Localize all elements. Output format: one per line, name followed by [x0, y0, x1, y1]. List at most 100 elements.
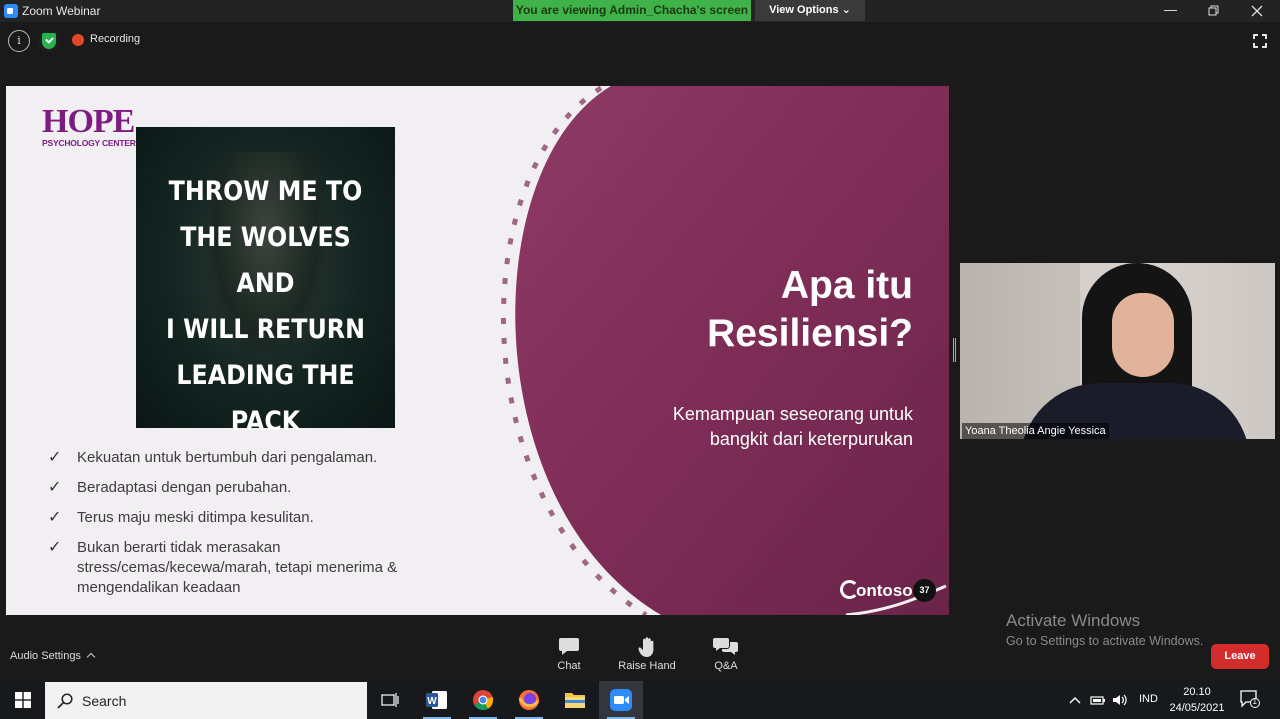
poster-line: PACK: [230, 406, 301, 437]
taskbar-clock[interactable]: 20.10 24/05/2021: [1160, 684, 1234, 716]
poster-line: I WILL RETURN: [166, 314, 365, 345]
poster-line: LEADING THE: [176, 360, 355, 391]
recording-icon: [72, 34, 84, 46]
taskbar-zoom[interactable]: [599, 681, 643, 719]
wolf-poster-image: THROW ME TO THE WOLVES AND I WILL RETURN…: [136, 127, 395, 437]
checkmark-icon: ✓: [48, 479, 62, 496]
shared-slide: HOPE PSYCHOLOGY CENTER THROW ME TO THE W…: [6, 86, 949, 615]
participant-video[interactable]: [960, 263, 1275, 439]
audio-settings-label: Audio Settings: [10, 650, 81, 662]
watermark-title: Activate Windows: [1006, 611, 1141, 630]
chevron-up-icon[interactable]: [1069, 696, 1081, 704]
svg-text:W: W: [427, 696, 437, 707]
word-icon: W: [426, 691, 447, 709]
list-item: ✓ Bukan berarti tidak merasakan stress/ce…: [46, 538, 466, 598]
slide-subtitle-line: Kemampuan seseorang untuk: [672, 404, 913, 424]
poster-text: THROW ME TO THE WOLVES AND I WILL RETURN…: [152, 169, 380, 445]
view-options-button[interactable]: View Options ⌄: [755, 0, 865, 21]
raise-hand-icon: [638, 637, 654, 657]
taskbar-firefox[interactable]: [507, 681, 551, 719]
security-shield-icon[interactable]: [38, 30, 60, 52]
window-title: Zoom Webinar: [22, 4, 101, 18]
language-indicator[interactable]: IND: [1139, 693, 1158, 705]
screen-share-banner: You are viewing Admin_Chacha's screen: [513, 0, 751, 21]
audio-settings-button[interactable]: Audio Settings: [10, 650, 96, 662]
panel-splitter-handle[interactable]: [953, 338, 956, 362]
search-icon: [57, 693, 73, 709]
info-icon[interactable]: i: [8, 30, 30, 52]
clock-date: 24/05/2021: [1169, 702, 1225, 714]
windows-taskbar: Search W IND 20.10 24/05/2021 1: [0, 681, 1280, 719]
hope-logo: HOPE PSYCHOLOGY CENTER: [42, 103, 136, 149]
notification-count: 1: [1252, 697, 1257, 706]
slide-title-line: Resiliensi?: [707, 312, 913, 355]
bullet-list: ✓ Kekuatan untuk bertumbuh dari pengalama…: [46, 448, 466, 608]
task-view-icon: [381, 693, 399, 707]
chat-icon: [559, 638, 579, 655]
raise-hand-label: Raise Hand: [618, 660, 676, 672]
start-button[interactable]: [0, 681, 45, 719]
participant-face: [1112, 293, 1174, 377]
notification-center-button[interactable]: 1: [1240, 690, 1260, 708]
taskbar-search-box[interactable]: Search: [45, 682, 367, 719]
chat-button[interactable]: Chat: [534, 636, 604, 672]
meeting-top-bar: [0, 22, 1280, 62]
bullet-text: Beradaptasi dengan perubahan.: [77, 479, 292, 496]
folder-icon: [565, 693, 585, 708]
logo-sub-text: PSYCHOLOGY CENTER: [42, 138, 136, 148]
firefox-icon: [518, 690, 540, 710]
checkmark-icon: ✓: [48, 539, 62, 556]
poster-line: THROW ME TO: [168, 176, 363, 207]
recording-label: Recording: [90, 33, 141, 45]
list-item: ✓ Kekuatan untuk bertumbuh dari pengalama…: [46, 448, 466, 468]
search-label: Search: [82, 693, 127, 709]
qa-button[interactable]: Q&A: [691, 636, 761, 672]
contoso-logo: ontoso: [840, 580, 913, 601]
chevron-down-icon: ⌄: [841, 4, 851, 16]
taskbar-word[interactable]: W: [415, 681, 459, 719]
notification-icon: [1240, 690, 1260, 708]
logo-main-text: HOPE: [42, 103, 135, 140]
checkmark-icon: ✓: [48, 509, 62, 526]
view-options-label: View Options: [769, 4, 839, 16]
participant-name-label: Yoana Theolia Angie Yessica: [962, 423, 1109, 439]
bullet-text: Kekuatan untuk bertumbuh dari pengalaman…: [77, 449, 378, 466]
close-icon: [1251, 5, 1262, 17]
windows-logo-icon: [15, 692, 31, 708]
checkmark-icon: ✓: [48, 449, 62, 466]
poster-line: THE WOLVES AND: [180, 222, 351, 299]
taskbar-chrome[interactable]: [461, 681, 505, 719]
zoom-app-icon: [4, 4, 18, 18]
chevron-up-icon: [86, 652, 96, 662]
taskbar-file-explorer[interactable]: [553, 681, 597, 719]
chrome-icon: [473, 690, 494, 711]
qa-label: Q&A: [714, 660, 738, 672]
zoom-icon: [610, 689, 632, 711]
close-button[interactable]: [1234, 0, 1279, 21]
raise-hand-button[interactable]: Raise Hand: [612, 636, 682, 672]
restore-button[interactable]: [1191, 0, 1236, 21]
bullet-text: Bukan berarti tidak merasakan stress/cem…: [77, 539, 398, 596]
leave-button[interactable]: Leave: [1211, 644, 1269, 669]
task-view-button[interactable]: [368, 681, 412, 719]
watermark-subtitle: Go to Settings to activate Windows.: [1006, 634, 1204, 648]
list-item: ✓ Beradaptasi dengan perubahan.: [46, 478, 466, 498]
contoso-logo-text: ontoso: [856, 581, 913, 600]
qa-icon: [713, 638, 738, 655]
chat-label: Chat: [557, 660, 581, 672]
battery-icon[interactable]: [1090, 694, 1106, 706]
slide-subtitle-line: bangkit dari keterpurukan: [709, 429, 913, 449]
slide-title-line: Apa itu: [780, 264, 913, 307]
clock-time: 20.10: [1183, 686, 1211, 698]
list-item: ✓ Terus maju meski ditimpa kesulitan.: [46, 508, 466, 528]
window-title-bar: Zoom Webinar You are viewing Admin_Chach…: [0, 0, 1280, 22]
slide-subtitle: Kemampuan seseorang untuk bangkit dari k…: [583, 402, 913, 452]
slide-title: Apa itu Resiliensi?: [593, 262, 913, 358]
activate-windows-watermark: Activate Windows Go to Settings to activ…: [1006, 611, 1203, 651]
slide-page-number: 37: [913, 579, 936, 602]
volume-icon[interactable]: [1112, 693, 1128, 707]
restore-icon: [1208, 5, 1218, 16]
bullet-text: Terus maju meski ditimpa kesulitan.: [77, 509, 314, 526]
fullscreen-icon[interactable]: [1253, 34, 1267, 48]
minimize-button[interactable]: —: [1148, 0, 1193, 21]
